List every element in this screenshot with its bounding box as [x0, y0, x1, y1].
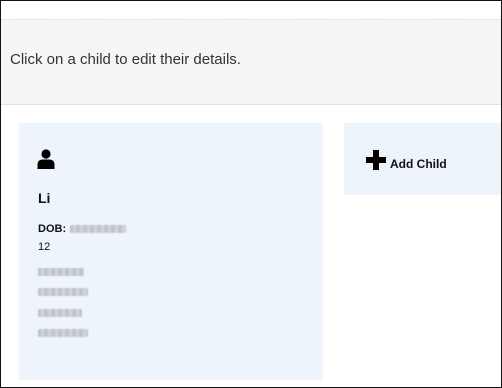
info-bar: Click on a child to edit their details.	[1, 19, 501, 105]
user-icon	[37, 149, 55, 169]
add-child-button[interactable]: Add Child	[344, 123, 501, 195]
redacted-detail	[38, 309, 82, 317]
redacted-detail	[38, 268, 84, 276]
redacted-dob	[70, 225, 127, 233]
child-card[interactable]: Li DOB: 12	[19, 123, 323, 380]
children-panel: Click on a child to edit their details. …	[0, 0, 502, 388]
info-message: Click on a child to edit their details.	[10, 51, 241, 68]
add-child-label: Add Child	[390, 157, 447, 171]
child-age: 12	[38, 241, 51, 253]
redacted-detail	[38, 288, 88, 296]
dob-row: DOB:	[38, 223, 127, 235]
plus-icon	[366, 150, 386, 170]
redacted-detail	[38, 329, 88, 337]
child-name: Li	[38, 190, 51, 206]
dob-label: DOB:	[38, 223, 67, 235]
